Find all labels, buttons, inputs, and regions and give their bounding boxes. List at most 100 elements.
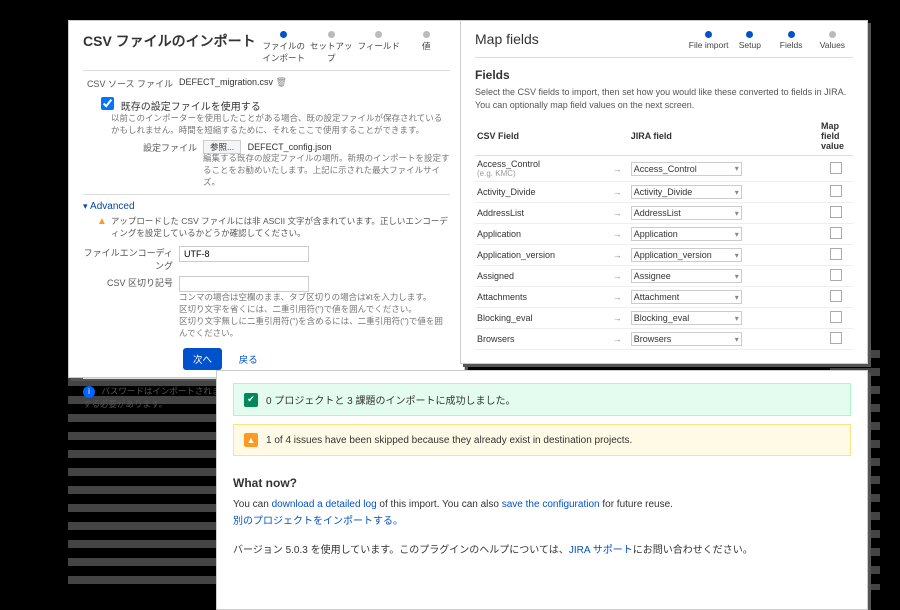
map-fields-panel: Map fields File import Setup Fields Valu… (460, 20, 868, 364)
next-button[interactable]: 次へ (183, 348, 222, 370)
chevron-down-icon: ▾ (735, 293, 739, 302)
download-log-link[interactable]: download a detailed log (272, 499, 377, 510)
map-value-checkbox[interactable] (830, 290, 842, 302)
check-icon: ✔ (244, 393, 258, 407)
config-file-help: 編集する既存の設定ファイルの場所。新規のインポートを設定することをお勧めいたしま… (203, 153, 450, 189)
arrow-icon: → (611, 266, 629, 287)
arrow-icon: → (611, 245, 629, 266)
delimiter-help-1: コンマの場合は空欄のまま、タブ区切りの場合は¥tを入力します。 (179, 292, 450, 304)
csv-field-cell: Application (475, 224, 611, 245)
step-setup[interactable]: Setup (729, 31, 770, 50)
chevron-down-icon: ▾ (735, 314, 739, 323)
encoding-input[interactable] (179, 246, 309, 262)
step-fields[interactable]: Fields (771, 31, 812, 50)
table-row: Assigned→Assignee▾ (475, 266, 853, 287)
map-value-checkbox[interactable] (830, 185, 842, 197)
csv-import-panel: CSV ファイルのインポート ファイルのインポート セットアップ フィールド 値… (68, 20, 465, 378)
source-file-name: DEFECT_migration.csv (179, 77, 273, 87)
csv-field-cell: Blocking_eval (475, 308, 611, 329)
chevron-down-icon: ▾ (735, 251, 739, 260)
jira-field-select[interactable]: Application▾ (631, 227, 742, 241)
panel-title: CSV ファイルのインポート (83, 31, 256, 51)
warning-icon: ▲ (244, 433, 258, 447)
table-row: Application_version→Application_version▾ (475, 245, 853, 266)
map-value-checkbox[interactable] (830, 227, 842, 239)
save-config-link[interactable]: save the configuration (502, 499, 600, 510)
field-mapping-table: CSV Field JIRA field Map field value Acc… (475, 117, 853, 350)
what-now-heading: What now? (233, 476, 851, 490)
arrow-icon: → (611, 182, 629, 203)
wizard-stepper: File import Setup Fields Values (688, 31, 853, 50)
fields-description: Select the CSV fields to import, then se… (475, 86, 853, 111)
delimiter-help-3: 区切り文字無しに二重引用符(")を含めるには、二重引用符(")で値を囲んでくださ… (179, 316, 450, 340)
th-csv-field: CSV Field (475, 117, 611, 156)
config-file-name: DEFECT_config.json (248, 142, 332, 152)
chevron-down-icon: ▾ (735, 272, 739, 281)
csv-field-cell: Attachments (475, 287, 611, 308)
wizard-stepper: ファイルのインポート セットアップ フィールド 値 (260, 31, 450, 64)
map-value-checkbox[interactable] (830, 332, 842, 344)
warning-message: ▲ 1 of 4 issues have been skipped becaus… (233, 424, 851, 456)
step-values[interactable]: 値 (403, 31, 451, 52)
jira-field-select[interactable]: Access_Control▾ (631, 162, 742, 176)
browse-button[interactable]: 参照... (203, 140, 241, 154)
info-icon: i (83, 386, 95, 398)
chevron-down-icon: ▾ (735, 230, 739, 239)
step-file-import[interactable]: ファイルのインポート (260, 31, 308, 64)
delimiter-label: CSV 区切り記号 (83, 276, 179, 289)
jira-field-select[interactable]: Blocking_eval▾ (631, 311, 742, 325)
warning-icon: ▲ (97, 216, 107, 240)
use-existing-config-input[interactable] (101, 97, 114, 110)
csv-field-cell: Application_version (475, 245, 611, 266)
advanced-toggle[interactable]: Advanced (83, 201, 450, 212)
jira-support-link[interactable]: JIRA サポート (569, 545, 633, 556)
jira-field-select[interactable]: AddressList▾ (631, 206, 742, 220)
table-row: Attachments→Attachment▾ (475, 287, 853, 308)
line-3: バージョン 5.0.3 を使用しています。このプラグインのヘルプについては、JI… (233, 542, 851, 559)
arrow-icon: → (611, 287, 629, 308)
th-jira-field: JIRA field (629, 117, 819, 156)
delimiter-input[interactable] (179, 276, 309, 292)
step-setup[interactable]: セットアップ (308, 31, 356, 64)
table-row: Application→Application▾ (475, 224, 853, 245)
csv-field-cell: Browsers (475, 329, 611, 350)
map-value-checkbox[interactable] (830, 248, 842, 260)
use-existing-config-checkbox[interactable]: 既存の設定ファイルを使用する (97, 102, 261, 113)
chevron-down-icon: ▾ (735, 188, 739, 197)
chevron-down-icon: ▾ (735, 335, 739, 344)
trash-icon[interactable]: 🗑 (276, 77, 287, 87)
chevron-down-icon: ▾ (735, 209, 739, 218)
step-fields[interactable]: フィールド (355, 31, 403, 52)
map-value-checkbox[interactable] (830, 269, 842, 281)
config-file-label: 設定ファイル (107, 141, 203, 154)
use-existing-help: 以前このインポーターを使用したことがある場合、既の設定ファイルが保存されているか… (111, 113, 450, 137)
back-button[interactable]: 戻る (229, 348, 268, 370)
table-row: Activity_Divide→Activity_Divide▾ (475, 182, 853, 203)
jira-field-select[interactable]: Attachment▾ (631, 290, 742, 304)
step-values[interactable]: Values (812, 31, 853, 50)
encoding-label: ファイルエンコーディング (83, 246, 179, 272)
csv-field-cell: AddressList (475, 203, 611, 224)
arrow-icon: → (611, 308, 629, 329)
line-1: You can download a detailed log of this … (233, 496, 851, 513)
step-file-import[interactable]: File import (688, 31, 729, 50)
jira-field-select[interactable]: Assignee▾ (631, 269, 742, 283)
table-row: Blocking_eval→Blocking_eval▾ (475, 308, 853, 329)
jira-field-select[interactable]: Application_version▾ (631, 248, 742, 262)
fields-heading: Fields (475, 68, 853, 82)
chevron-down-icon: ▾ (735, 164, 739, 173)
jira-field-select[interactable]: Browsers▾ (631, 332, 742, 346)
arrow-icon: → (611, 156, 629, 182)
csv-field-cell: Access_Control(e.g. KMC) (475, 156, 611, 182)
map-value-checkbox[interactable] (830, 311, 842, 323)
th-map-value: Map field value (819, 117, 853, 156)
success-message: ✔ 0 プロジェクトと 3 課題のインポートに成功しました。 (233, 383, 851, 416)
panel-title: Map fields (475, 31, 539, 47)
csv-field-cell: Assigned (475, 266, 611, 287)
import-another-link[interactable]: 別のプロジェクトをインポートする。 (233, 516, 403, 527)
arrow-icon: → (611, 224, 629, 245)
import-result-panel: ✔ 0 プロジェクトと 3 課題のインポートに成功しました。 ▲ 1 of 4 … (216, 370, 868, 610)
map-value-checkbox[interactable] (830, 206, 842, 218)
jira-field-select[interactable]: Activity_Divide▾ (631, 185, 742, 199)
map-value-checkbox[interactable] (830, 162, 842, 174)
